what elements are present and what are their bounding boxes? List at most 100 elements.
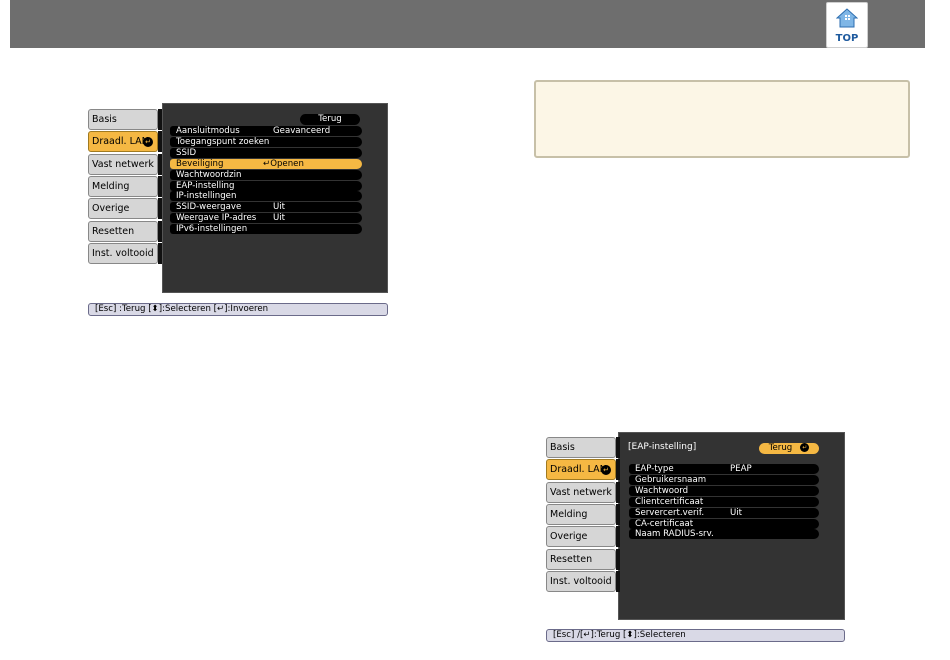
row-edge [629,518,632,529]
enter-icon: ↵ [143,137,153,148]
tab-basis[interactable]: Basis [546,437,616,458]
row-label: EAP-type [635,464,674,474]
row-label: Naam RADIUS-srv. [635,529,714,540]
row-value-text: Uit [730,507,743,518]
row-label: Clientcertificaat [635,496,704,507]
row-edge [629,496,632,507]
tab-edge [158,220,162,242]
tab-edge [616,459,620,481]
menu-row[interactable]: EAP-instelling [170,180,362,191]
menu-row[interactable]: Servercert.verif. Uit [629,507,819,518]
row-label: Servercert.verif. [635,507,705,518]
menu-row[interactable]: Clientcertificaat [629,496,819,507]
back-button[interactable]: Terug ↵ [759,443,819,454]
tab-label: Vast netwerk [550,486,612,498]
row-label: Gebruikersnaam [635,474,707,485]
menu-row[interactable]: Aansluitmodus Geavanceerd [170,126,362,136]
menu-row[interactable]: SSID-weergave Uit [170,202,362,213]
tab-resetten[interactable]: Resetten [546,548,616,570]
menu-row[interactable]: IPv6-instellingen [170,224,362,235]
back-button[interactable]: Terug [300,114,360,125]
row-label: Wachtwoordzin [176,169,242,180]
tab-melding[interactable]: Melding [88,175,158,197]
menu-row[interactable]: SSID [170,147,362,158]
tab-label: Resetten [550,553,593,565]
menu-row[interactable]: Beveiliging ↵Openen [170,158,362,169]
row-edge [629,485,632,496]
row-label: Beveiliging [176,158,224,169]
menu-row[interactable]: Wachtwoord [629,485,819,496]
row-label: EAP-instelling [176,180,235,191]
row-edge [170,147,173,158]
tab-edge [158,153,162,175]
tab-overige[interactable]: Overige [546,526,616,548]
tab-label: Melding [550,508,588,520]
row-label: Weergave IP-adres [176,213,257,224]
row-edge [170,191,173,202]
tab-label: Basis [550,442,575,453]
tab-draadl-lan[interactable]: Draadl. LAN ↵ [546,459,616,481]
top-label: TOP [835,33,859,44]
row-value-text: Geavanceerd [273,126,331,136]
row-label: IP-instellingen [176,191,237,202]
menu-row[interactable]: Toegangspunt zoeken [170,136,362,147]
enter-icon: ↵ [601,465,611,476]
row-value-text: PEAP [730,464,752,474]
top-button[interactable]: TOP [826,2,868,48]
row-edge [170,169,173,180]
row-label: SSID-weergave [176,202,242,213]
row-value: Uit [273,202,285,212]
tab-draadl-lan[interactable]: Draadl. LAN ↵ [88,131,158,153]
row-edge [629,507,632,518]
row-value: PEAP [730,464,752,474]
menu-row[interactable]: Weergave IP-adres Uit [170,213,362,224]
menu-row[interactable]: Gebruikersnaam [629,474,819,485]
tab-melding[interactable]: Melding [546,503,616,525]
page-header [10,0,925,48]
tab-label: Melding [92,180,130,192]
row-edge [170,126,173,136]
tab-edge [158,175,162,197]
menu-row[interactable]: CA-certificaat [629,518,819,529]
row-edge [170,224,173,235]
menu-row[interactable]: Wachtwoordzin [170,169,362,180]
tab-vast-netwerk[interactable]: Vast netwerk [88,153,158,175]
tab-vast-netwerk[interactable]: Vast netwerk [546,481,616,503]
row-value: Uit [273,213,285,223]
tab-inst-voltooid[interactable]: Inst. voltooid [546,570,616,592]
tab-label: Resetten [92,225,135,237]
row-edge [170,136,173,147]
row-label: Toegangspunt zoeken [176,136,270,147]
row-value-text: Openen [270,158,304,169]
row-edge [629,464,632,474]
panel-title: [EAP-instelling] [628,442,697,452]
menu-row[interactable]: EAP-type PEAP [629,464,819,474]
tab-edge [616,481,620,503]
status-bar: [Esc] /[↵]:Terug [⬍]:Selecteren [546,629,845,642]
row-label: IPv6-instellingen [176,224,248,235]
tab-edge [616,526,620,548]
row-value-text: Uit [273,202,286,213]
tab-edge [158,242,162,264]
tab-edge [616,437,620,458]
tab-edge [158,109,162,130]
row-value: ↵Openen [263,159,304,169]
row-edge [629,474,632,485]
menu-row[interactable]: Naam RADIUS-srv. [629,529,819,540]
menu-row[interactable]: IP-instellingen [170,191,362,202]
row-value: Geavanceerd [273,126,330,136]
tab-label: Vast netwerk [92,158,154,170]
row-edge [170,213,173,224]
home-icon [836,8,858,28]
tab-overige[interactable]: Overige [88,198,158,220]
tab-resetten[interactable]: Resetten [88,220,158,242]
row-edge [170,158,173,169]
tab-edge [616,503,620,525]
tab-inst-voltooid[interactable]: Inst. voltooid [88,242,158,264]
row-label: SSID [176,147,197,158]
row-edge [629,529,632,540]
row-edge [170,202,173,213]
tab-edge [616,570,620,592]
tab-basis[interactable]: Basis [88,109,158,130]
tab-label: Overige [550,531,588,543]
